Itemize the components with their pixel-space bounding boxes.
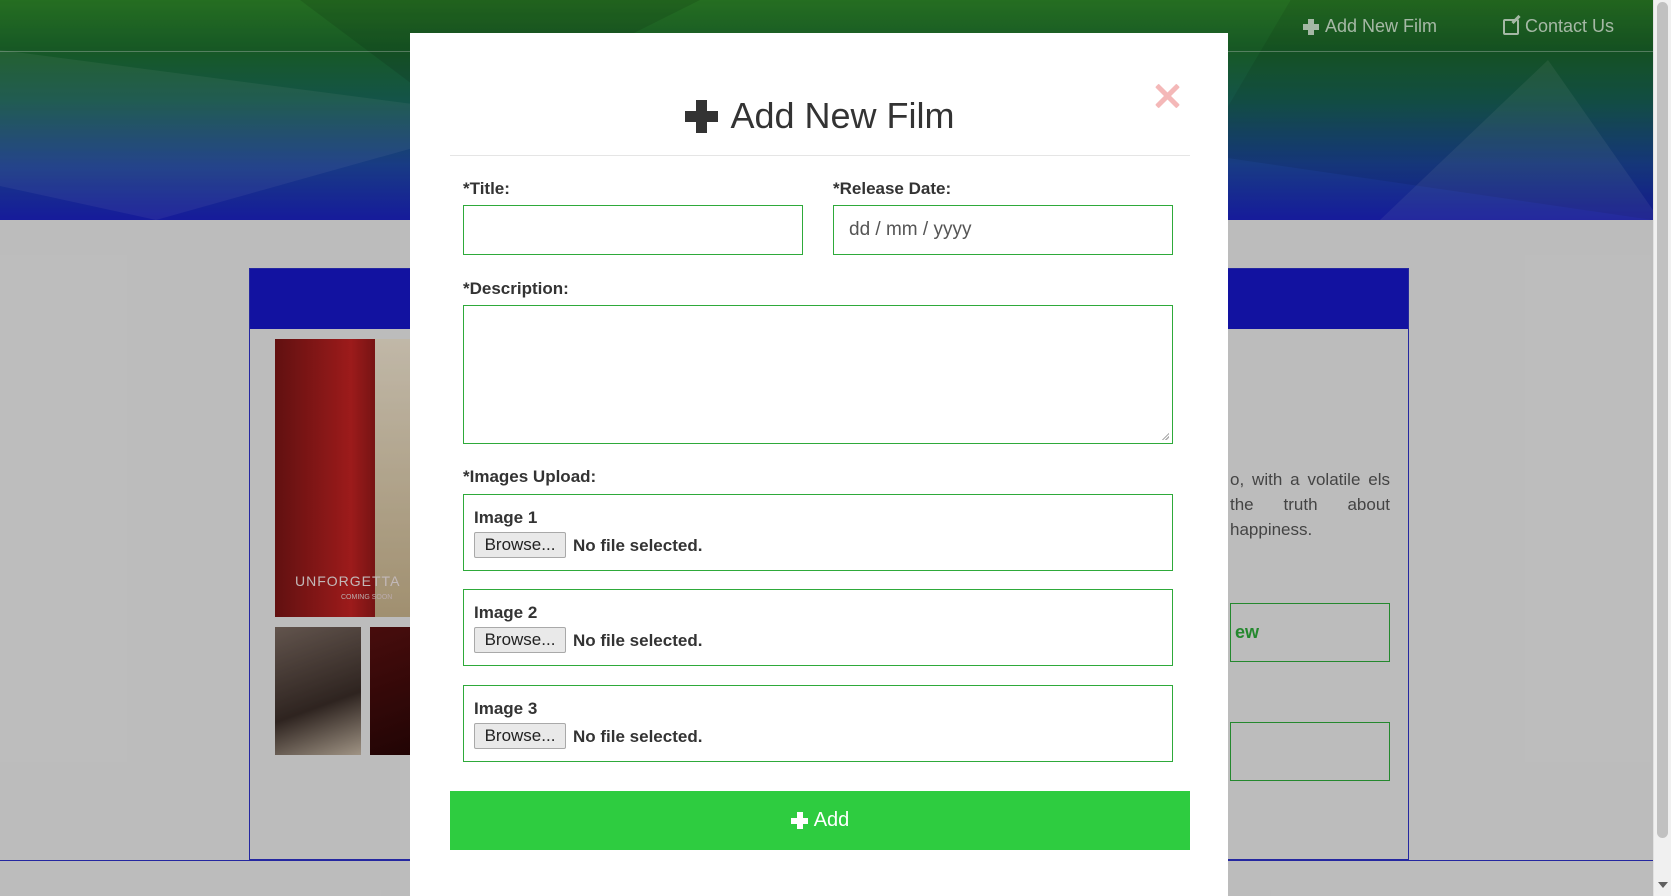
title-label: *Title: (463, 179, 510, 198)
plus-icon (685, 99, 719, 133)
description-label: *Description: (463, 279, 569, 298)
title-input[interactable] (463, 205, 803, 255)
add-film-modal: Add New Film *Title: *Release Date: dd /… (410, 33, 1228, 896)
scroll-down-arrow-icon[interactable] (1658, 882, 1668, 888)
browse-button[interactable]: Browse... (474, 723, 566, 749)
modal-header: Add New Film (450, 33, 1190, 156)
image-upload-2: Image 2 Browse... No file selected. (463, 589, 1173, 666)
upload-label: Image 3 (474, 699, 538, 718)
browse-button[interactable]: Browse... (474, 532, 566, 558)
modal-title: Add New Film (450, 95, 1190, 137)
release-date-input[interactable]: dd / mm / yyyy (833, 205, 1173, 255)
upload-label: Image 1 (474, 508, 538, 527)
description-textarea[interactable] (463, 305, 1173, 444)
page-scrollbar[interactable] (1653, 0, 1671, 896)
images-upload-label: *Images Upload: (463, 467, 597, 486)
file-status: No file selected. (573, 536, 703, 555)
upload-label: Image 2 (474, 603, 538, 622)
plus-icon (790, 812, 808, 829)
file-status: No file selected. (573, 727, 703, 746)
image-upload-1: Image 1 Browse... No file selected. (463, 494, 1173, 571)
browse-button[interactable]: Browse... (474, 627, 566, 653)
file-status: No file selected. (573, 631, 703, 650)
add-button-label: Add (813, 809, 850, 831)
close-icon[interactable] (1154, 83, 1180, 109)
scrollbar-thumb[interactable] (1657, 2, 1668, 838)
modal-title-text: Add New Film (730, 95, 955, 136)
release-date-label: *Release Date: (833, 179, 952, 198)
add-button[interactable]: Add (450, 791, 1190, 850)
resize-grip-icon[interactable] (1161, 432, 1169, 440)
image-upload-3: Image 3 Browse... No file selected. (463, 685, 1173, 762)
